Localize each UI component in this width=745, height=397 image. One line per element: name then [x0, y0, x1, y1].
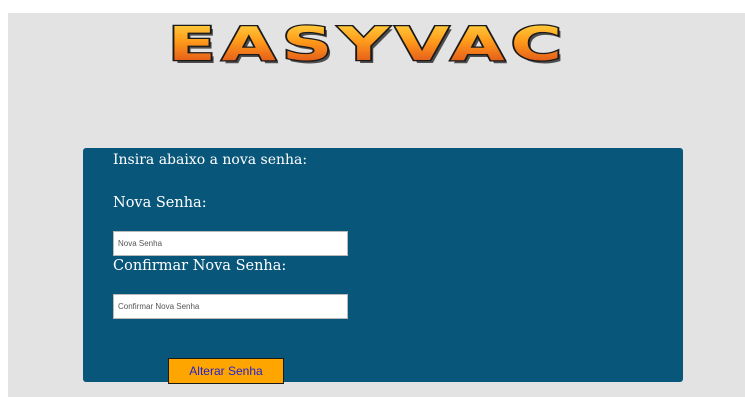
logo-graphic: EASYVAC EASYVAC: [167, 16, 568, 72]
change-password-form: Insira abaixo a nova senha: Nova Senha: …: [83, 148, 683, 384]
form-instructions: Insira abaixo a nova senha:: [113, 152, 308, 168]
page-background: EASYVAC EASYVAC Insira abaixo a nova sen…: [8, 13, 745, 397]
new-password-label: Nova Senha:: [113, 195, 207, 211]
new-password-input[interactable]: [113, 231, 348, 256]
confirm-password-input[interactable]: [113, 294, 348, 319]
logo-text: EASYVAC: [168, 17, 568, 71]
confirm-password-label: Confirmar Nova Senha:: [113, 258, 287, 274]
easyvac-logo: EASYVAC EASYVAC: [158, 14, 578, 72]
change-password-button[interactable]: Alterar Senha: [168, 358, 284, 384]
